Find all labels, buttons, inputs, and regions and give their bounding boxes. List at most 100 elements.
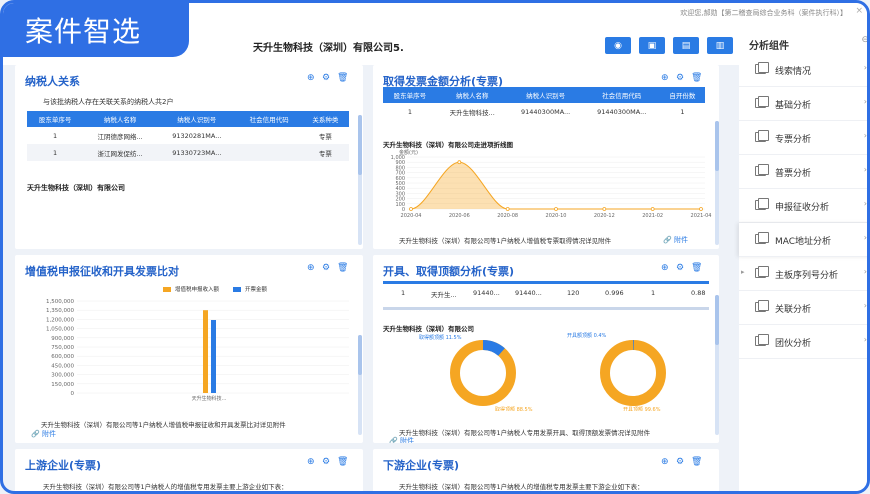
chevron-right-icon: › [863,267,867,276]
zoom-icon[interactable]: ⊕ [307,73,315,83]
y-tick-label: 150,000 [51,382,74,388]
sidebar-item-clues[interactable]: 线索情况 › [739,53,867,87]
scrollbar[interactable] [715,295,719,435]
area-fill [411,162,701,209]
zoom-icon[interactable]: ⊕ [307,263,315,273]
sidebar-item-gang[interactable]: 团伙分析 › [739,325,867,359]
chart-caption: 天升生物科技（深圳）有限公司等1户纳税人增值税专票取得情况详见附件 [399,237,612,245]
cell: 专票 [318,132,332,141]
chart-caption: 天升生物科技（深圳）有限公司等1户纳税人增值税申报征收和开具发票比对详见附件 [41,421,286,429]
panel-title: 开具、取得顶额分析(专票) [383,265,515,278]
h-scrollbar[interactable] [383,307,709,310]
trash-icon[interactable]: 🗑 [337,263,348,273]
table-row[interactable]: 1 天升生物科技... 91440300MA... 91440300MA... … [383,103,705,120]
cell: 天升生... [431,291,457,299]
chevron-right-icon: › [863,97,867,106]
download-button[interactable]: ▥ [707,37,733,54]
cell: 专票 [301,144,349,161]
stack-icon [755,164,769,176]
table-row[interactable]: 1 天升生... 91440... 91440... 120 0.996 1 0… [383,289,709,303]
data-point [505,207,510,211]
collapse-icon[interactable]: ⊖ [861,35,867,45]
stack-icon [755,266,769,278]
cell: 1 [407,107,412,116]
x-tick-label: 2021-04 [691,213,712,219]
gear-icon[interactable]: ⚙ [322,73,330,83]
gear-icon[interactable]: ⚙ [676,457,684,467]
sidebar-item-basic[interactable]: 基础分析 › [739,87,867,121]
sidebar-item-declaration[interactable]: 申报征收分析 › [739,189,867,223]
x-tick-label: 2020-10 [546,213,567,219]
trash-icon[interactable]: 🗑 [337,457,348,467]
attachment-label: 附件 [399,437,414,443]
gear-icon[interactable]: ⚙ [676,263,684,273]
slice-label-minor: 开具额顶额 0.4% [567,332,607,339]
sidebar-item-mac[interactable]: MAC地址分析 › [739,223,867,257]
sidebar-item-association[interactable]: 关联分析 › [739,291,867,325]
x-tick-label: 2020-06 [449,213,470,219]
export-button[interactable]: ▣ [639,37,665,54]
cell: 浙江网发促纺... [83,144,158,161]
x-tick-label: 2020-04 [401,213,422,219]
stack-icon [755,232,769,244]
y-tick-label: 300 [395,191,405,197]
zoom-icon[interactable]: ⊕ [661,457,669,467]
trash-icon[interactable]: 🗑 [691,263,702,273]
sidebar-item-special-invoice[interactable]: 专票分析 › [739,121,867,155]
downstream-text: 天升生物科技（深圳）有限公司等1户纳税人的增值税专用发票主要下游企业如下表： [399,483,644,491]
scrollbar[interactable] [715,121,719,245]
case-select-badge: 案件智选 [3,3,189,57]
table-row[interactable]: 1 江阴德彦网络... 91320281MA... 专票 [27,127,349,144]
table-row[interactable]: 1 浙江网发促纺... 91330723MA... 专票 [27,144,349,161]
attachment-link[interactable]: 🔗 附件 [389,436,414,443]
area-chart: 金额(元)01002003004005006007008009001,00020… [391,149,712,219]
analysis-sidebar: 分析组件 ⊖ 线索情况 › 基础分析 › 专票分析 › 普票分析 › 申报征收分析 › M… [739,25,867,491]
stack-icon [755,300,769,312]
relation-table: 股东单序号 纳税人名称 纳税人识别号 社会信用代码 关系种类 1 江阴德彦网络.… [27,111,349,161]
cell: 91440... [473,289,500,297]
chevron-right-icon: › [863,165,867,174]
scrollbar[interactable] [358,115,362,245]
y-tick-label: 900,000 [51,336,74,342]
zoom-icon[interactable]: ⊕ [661,263,669,273]
print-button[interactable]: ▤ [673,37,699,54]
panel-invoice-amount: 取得发票金额分析(专票) ⊕ ⚙ 🗑 股东单序号 纳税人名称 纳税人识别号 社会… [373,65,719,249]
panel-upstream: 上游企业(专票) ⊕ ⚙ 🗑 天升生物科技（深圳）有限公司等1户纳税人的增值税专… [15,449,363,491]
cell: 91440300MA... [521,107,571,116]
view-button[interactable]: ◉ [605,37,631,54]
chart-title: 天升生物科技（深圳）有限公司走进项折线图 [383,141,513,149]
stack-icon [755,334,769,346]
y-tick-label: 400 [395,186,405,192]
sidebar-item-general-invoice[interactable]: 普票分析 › [739,155,867,189]
col-header: 关系种类 [301,111,349,127]
gear-icon[interactable]: ⚙ [322,457,330,467]
zoom-icon[interactable]: ⊕ [307,457,315,467]
y-tick-label: 600 [395,176,405,182]
legend-swatch-invoiced [233,287,241,292]
slice-label-minor: 取得额顶额 11.5% [419,334,462,341]
trash-icon[interactable]: 🗑 [691,73,702,83]
attachment-label: 附件 [673,236,688,244]
invoice-table: 股东单序号 纳税人名称 纳税人识别号 社会信用代码 自开份数 1 天升生物科技.… [383,87,705,120]
zoom-icon[interactable]: ⊕ [661,73,669,83]
trash-icon[interactable]: 🗑 [691,457,702,467]
cell: 91330723MA... [157,144,237,161]
scrollbar[interactable] [358,335,362,435]
close-icon[interactable]: × [855,6,863,16]
col-header: 纳税人名称 [436,87,508,103]
bar-chart: 0 150,000 300,000 450,000 600,000 750,000 900,… [46,299,349,402]
y-tick-label: 500 [395,181,405,187]
slice-main [450,340,516,406]
gear-icon[interactable]: ⚙ [676,73,684,83]
attachment-link[interactable]: 🔗 附件 [663,235,688,245]
cell: 0.996 [605,289,624,297]
sidebar-item-serial[interactable]: ▸ 主板序列号分析 › [739,257,867,291]
attachment-link[interactable]: 🔗 附件 [31,429,56,439]
panel-downstream: 下游企业(专票) ⊕ ⚙ 🗑 天升生物科技（深圳）有限公司等1户纳税人的增值税专… [373,449,719,491]
gear-icon[interactable]: ⚙ [322,263,330,273]
cell: 1 [680,107,685,116]
trash-icon[interactable]: 🗑 [337,73,348,83]
chart-caption: 天升生物科技（深圳）有限公司等1户纳税人专用发票开具、取得顶额发票情况详见附件 [399,429,651,437]
y-tick-label: 1,000 [391,155,405,161]
company-name: 天升生物科技（深圳）有限公司 [27,184,125,192]
